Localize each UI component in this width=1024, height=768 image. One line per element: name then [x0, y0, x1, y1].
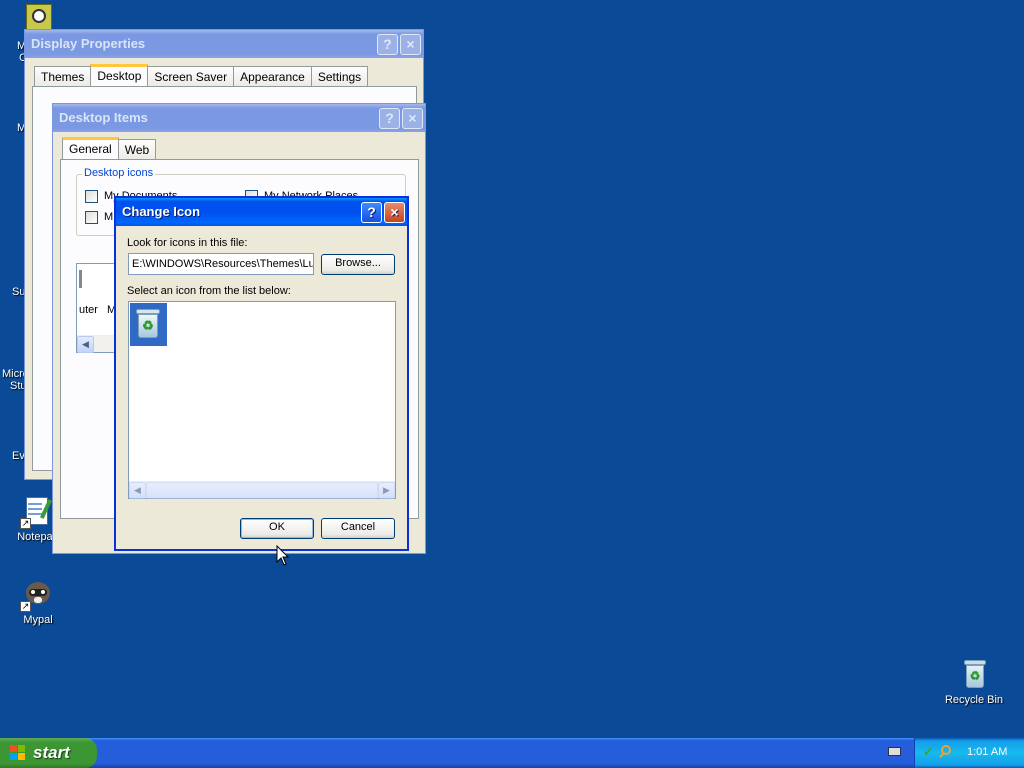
shortcut-arrow-icon: ↗	[20, 518, 31, 529]
start-button[interactable]: start	[0, 738, 97, 768]
mouse-pointer-icon	[276, 545, 290, 566]
change-icon-dialog: Change Icon ? × Look for icons in this f…	[114, 196, 409, 551]
icon-list-item-selected[interactable]: ♻	[130, 303, 167, 346]
close-button[interactable]: ×	[402, 108, 423, 129]
window-title: Change Icon	[122, 204, 201, 219]
system-tray: ✓ 1:01 AM	[914, 738, 1024, 768]
window-title: Display Properties	[31, 36, 146, 51]
help-button[interactable]: ?	[361, 202, 382, 223]
desktop-icon-recycle-bin[interactable]: ♻ Recycle Bin	[936, 658, 1012, 707]
icon-strip-item-marker	[79, 270, 82, 288]
select-icon-label: Select an icon from the list below:	[127, 285, 291, 297]
desktop-icon-mypal[interactable]: ↗ Mypal	[0, 578, 76, 627]
desktop-label-fragment: Ev	[12, 450, 25, 462]
ok-button[interactable]: OK	[240, 518, 314, 539]
scroll-right-icon[interactable]: ▶	[378, 482, 395, 499]
tab-desktop[interactable]: Desktop	[90, 64, 149, 86]
display-properties-titlebar[interactable]: Display Properties ? ×	[25, 30, 423, 58]
mypal-label: Mypal	[23, 614, 53, 626]
my-computer-checkbox[interactable]	[85, 211, 98, 224]
scroll-left-icon[interactable]: ◀	[129, 482, 146, 499]
help-button[interactable]: ?	[377, 34, 398, 55]
icon-list[interactable]: ♻ ◀ ▶	[128, 301, 396, 499]
my-computer-label: M	[104, 211, 114, 223]
tab-appearance[interactable]: Appearance	[233, 66, 312, 86]
cancel-button[interactable]: Cancel	[321, 518, 395, 539]
scrollbar-thumb[interactable]	[146, 482, 378, 499]
desktop-items-tabs: General Web	[62, 137, 157, 159]
change-icon-titlebar[interactable]: Change Icon ? ×	[116, 198, 407, 226]
recycle-bin-label: Recycle Bin	[944, 694, 1004, 706]
window-title: Desktop Items	[59, 110, 148, 125]
recycle-bin-icon: ♻	[134, 309, 162, 339]
close-button[interactable]: ×	[400, 34, 421, 55]
help-button[interactable]: ?	[379, 108, 400, 129]
display-properties-tabs: Themes Desktop Screen Saver Appearance S…	[34, 64, 369, 86]
mypal-raccoon-icon: ↗	[20, 578, 54, 612]
keyboard-indicator-icon[interactable]	[888, 747, 901, 756]
desktop-icons-group-label: Desktop icons	[82, 167, 156, 179]
windows-logo-icon	[10, 745, 27, 762]
tab-settings[interactable]: Settings	[310, 66, 369, 86]
tab-themes[interactable]: Themes	[34, 66, 92, 86]
clock[interactable]: 1:01 AM	[967, 746, 1007, 758]
network-tray-icon[interactable]: ✓	[923, 745, 937, 759]
tab-web[interactable]: Web	[117, 139, 157, 159]
taskbar: start ✓ 1:01 AM	[0, 738, 1024, 768]
tab-screen-saver[interactable]: Screen Saver	[147, 66, 235, 86]
icon-file-path-field[interactable]: E:\WINDOWS\Resources\Themes\Lu	[128, 253, 314, 275]
recycle-bin-icon: ♻	[958, 658, 990, 690]
start-label: start	[33, 743, 70, 762]
close-button[interactable]: ×	[384, 202, 405, 223]
desktop-icon-partial-top[interactable]	[26, 4, 52, 30]
notepad-icon: ↗	[20, 495, 54, 529]
my-documents-checkbox[interactable]	[85, 190, 98, 203]
clock-icon	[32, 9, 46, 23]
desktop-items-titlebar[interactable]: Desktop Items ? ×	[53, 104, 425, 132]
browse-button[interactable]: Browse...	[321, 254, 395, 275]
look-for-icons-label: Look for icons in this file:	[127, 237, 248, 249]
icon-strip-label: uter	[79, 304, 98, 316]
scroll-left-icon[interactable]: ◀	[77, 336, 94, 353]
tab-general[interactable]: General	[62, 137, 119, 159]
shortcut-arrow-icon: ↗	[20, 601, 31, 612]
icon-list-scrollbar[interactable]: ◀ ▶	[129, 481, 395, 499]
search-tray-icon-handle	[939, 752, 945, 758]
